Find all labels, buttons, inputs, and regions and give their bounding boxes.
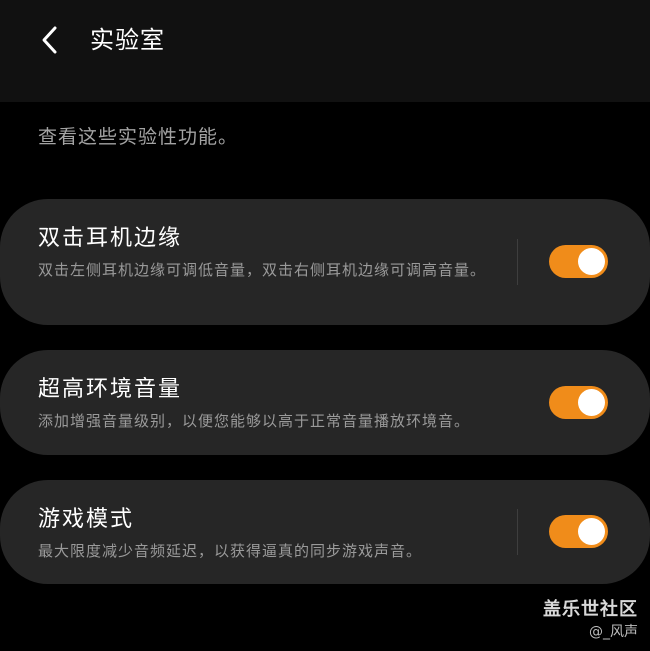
divider xyxy=(517,239,518,285)
watermark-user: @_风声 xyxy=(589,624,638,640)
page-description: 查看这些实验性功能。 xyxy=(38,126,239,148)
feature-card-game-mode[interactable]: 游戏模式 最大限度减少音频延迟，以获得逼真的同步游戏声音。 xyxy=(0,480,650,584)
watermark-logo: 盖乐世社区 xyxy=(543,599,638,620)
back-button[interactable] xyxy=(30,20,70,60)
app-bar: 实验室 xyxy=(0,0,650,102)
feature-card-double-tap-edge[interactable]: 双击耳机边缘 双击左侧耳机边缘可调低音量，双击右侧耳机边缘可调高音量。 xyxy=(0,199,650,325)
feature-description: 双击左侧耳机边缘可调低音量，双击右侧耳机边缘可调高音量。 xyxy=(38,261,487,279)
page-title: 实验室 xyxy=(90,26,165,54)
toggle-knob xyxy=(578,389,605,416)
feature-card-ambient-volume[interactable]: 超高环境音量 添加增强音量级别，以便您能够以高于正常音量播放环境音。 xyxy=(0,350,650,455)
feature-description: 最大限度减少音频延迟，以获得逼真的同步游戏声音。 xyxy=(38,542,423,560)
toggle-knob xyxy=(578,518,605,545)
double-tap-edge-toggle[interactable] xyxy=(549,245,608,278)
ambient-volume-toggle[interactable] xyxy=(549,386,608,419)
feature-title: 游戏模式 xyxy=(38,507,135,532)
feature-title: 双击耳机边缘 xyxy=(38,226,183,251)
chevron-left-icon xyxy=(42,26,57,54)
divider xyxy=(517,509,518,555)
game-mode-toggle[interactable] xyxy=(549,515,608,548)
feature-description: 添加增强音量级别，以便您能够以高于正常音量播放环境音。 xyxy=(38,412,471,430)
feature-title: 超高环境音量 xyxy=(38,377,183,402)
toggle-knob xyxy=(578,248,605,275)
